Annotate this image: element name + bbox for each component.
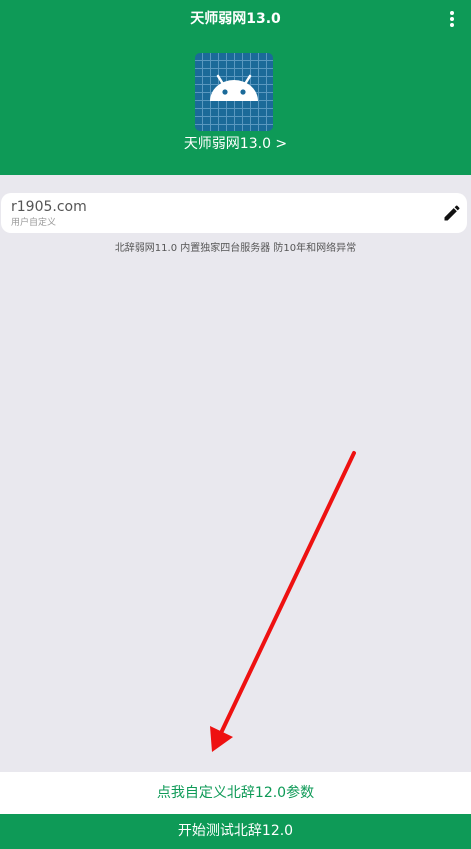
edit-pencil-icon-graphic — [444, 205, 460, 221]
server-address-caption: 用户自定义 — [11, 218, 57, 228]
app-name-link[interactable]: 天师弱网13.0 > — [0, 134, 471, 154]
server-address-value[interactable]: r1905.com — [11, 198, 87, 216]
start-test-button[interactable]: 开始测试北辞12.0 — [0, 814, 471, 849]
customize-params-button[interactable]: 点我自定义北辞12.0参数 — [0, 772, 471, 814]
app-header: 天师弱网13.0 天师弱网13.0 > — [0, 0, 471, 175]
content-area — [0, 175, 471, 772]
server-address-field[interactable]: r1905.com 用户自定义 — [1, 193, 467, 233]
more-menu-button[interactable] — [446, 9, 458, 29]
android-icon — [195, 53, 273, 131]
server-info-text: 北辞弱网11.0 内置独家四台服务器 防10年和网络异常 — [114, 243, 357, 254]
android-icon-graphic — [195, 53, 273, 131]
edit-pencil-icon[interactable] — [442, 203, 462, 223]
app-title: 天师弱网13.0 — [190, 11, 281, 27]
